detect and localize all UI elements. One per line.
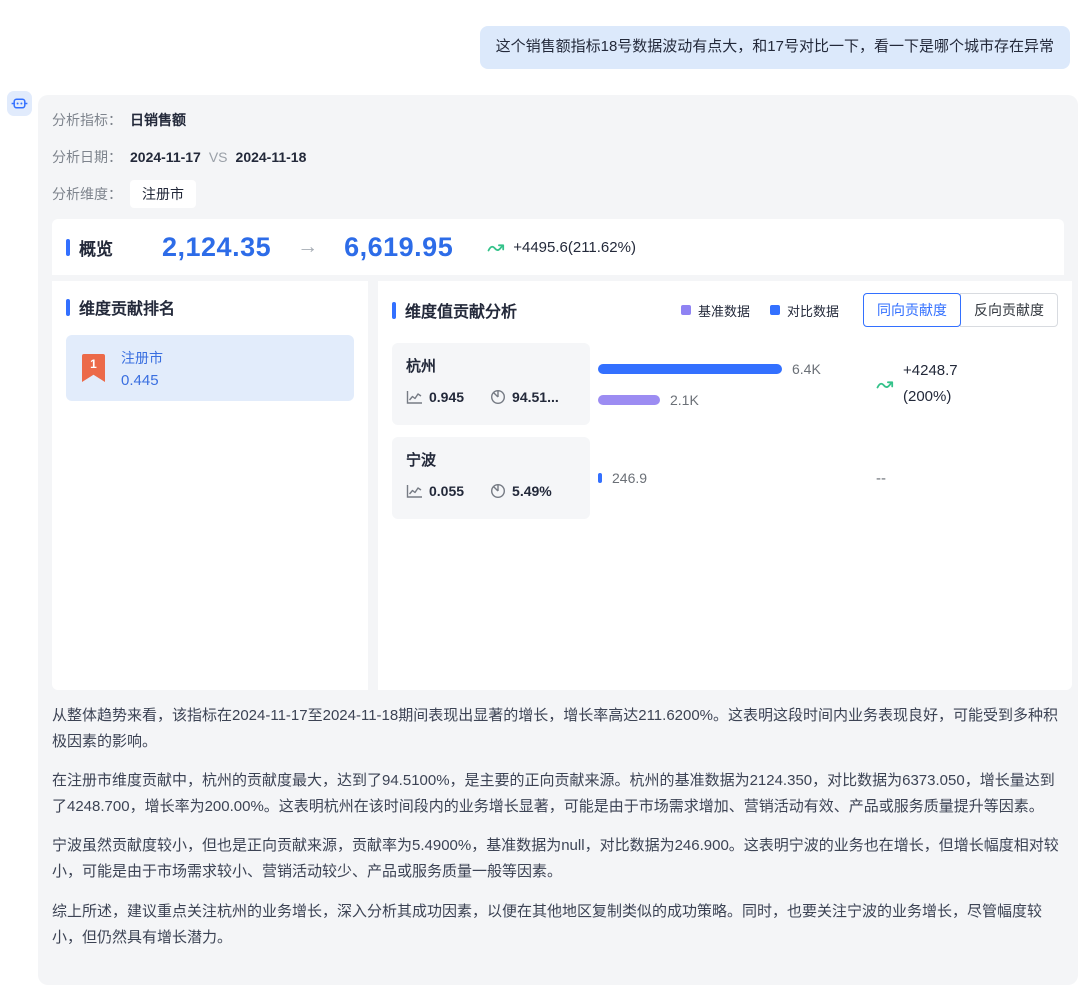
rank-item-score: 0.445	[121, 372, 163, 389]
contribution-panel: 维度值贡献分析 基准数据 对比数据 同向贡献度 反向贡献度	[378, 281, 1072, 690]
legend-base-data[interactable]: 基准数据	[681, 301, 750, 320]
summary-paragraph-1: 从整体趋势来看，该指标在2024-11-17至2024-11-18期间表现出显著…	[52, 703, 1064, 755]
compare-bar-label: 246.9	[612, 470, 647, 486]
rank-panel: 维度贡献排名 1 注册市 0.445	[52, 281, 368, 690]
robot-icon	[11, 95, 28, 112]
compare-bar	[598, 364, 782, 374]
overview-card: 概览 2,124.35 → 6,619.95 +4495.6(211.62%)	[52, 219, 1064, 275]
summary-paragraph-4: 综上所述，建议重点关注杭州的业务增长，深入分析其成功因素，以便在其他地区复制类似…	[52, 899, 1064, 951]
metric-value: 日销售额	[130, 110, 186, 130]
same-direction-button[interactable]: 同向贡献度	[863, 293, 961, 327]
overview-compare-value: 6,619.95	[344, 232, 453, 263]
delta-empty: --	[876, 470, 886, 487]
reverse-direction-button[interactable]: 反向贡献度	[960, 293, 1058, 327]
contribution-title: 维度值贡献分析	[392, 298, 517, 322]
city-name: 宁波	[406, 449, 576, 470]
meta-metric-row: 分析指标： 日销售额	[52, 108, 1064, 132]
section-accent-bar	[392, 302, 396, 319]
rank-item-registered-city[interactable]: 1 注册市 0.445	[66, 335, 354, 401]
contribution-header: 维度值贡献分析 基准数据 对比数据 同向贡献度 反向贡献度	[392, 293, 1058, 327]
section-accent-bar	[66, 299, 70, 316]
vs-label: VS	[209, 149, 228, 165]
bot-avatar	[7, 91, 32, 116]
rank-1-ribbon-icon: 1	[82, 354, 105, 382]
change-ningbo: --	[876, 470, 1058, 487]
base-bar-label: 2.1K	[670, 392, 699, 408]
legend-compare-swatch	[770, 305, 780, 315]
compare-date: 2024-11-18	[236, 149, 307, 165]
user-message-bubble: 这个销售额指标18号数据波动有点大，和17号对比一下，看一下是哪个城市存在异常	[480, 26, 1070, 69]
legend-base-swatch	[681, 305, 691, 315]
dimension-label: 分析维度：	[52, 184, 122, 204]
line-chart-icon	[406, 390, 423, 405]
compare-bar	[598, 473, 602, 483]
summary-paragraph-3: 宁波虽然贡献度较小，但也是正向贡献来源，贡献率为5.4900%，基准数据为nul…	[52, 833, 1064, 885]
contribution-direction-toggle: 同向贡献度 反向贡献度	[863, 293, 1058, 327]
legend-compare-data[interactable]: 对比数据	[770, 301, 839, 320]
columns: 维度贡献排名 1 注册市 0.445 维度值贡献分析	[52, 281, 1064, 690]
contribution-stat: 0.945	[406, 389, 464, 405]
contribution-stat: 0.055	[406, 483, 464, 499]
city-name: 杭州	[406, 355, 576, 376]
bars-hangzhou: 6.4K 2.1K	[598, 361, 876, 408]
pie-chart-icon	[490, 483, 506, 499]
meta-dimension-row: 分析维度： 注册市	[52, 182, 1064, 206]
analysis-panel: 分析指标： 日销售额 分析日期： 2024-11-17 VS 2024-11-1…	[38, 95, 1078, 985]
meta-date-row: 分析日期： 2024-11-17 VS 2024-11-18	[52, 145, 1064, 169]
change-hangzhou: +4248.7 (200%)	[876, 358, 1058, 411]
legend: 基准数据 对比数据	[681, 301, 839, 320]
city-card-ningbo[interactable]: 宁波 0.055	[392, 437, 590, 519]
trend-up-icon	[876, 378, 894, 391]
contribution-row-hangzhou: 杭州 0.945	[392, 343, 1058, 425]
dimension-chip[interactable]: 注册市	[130, 180, 196, 208]
overview-delta: +4495.6(211.62%)	[487, 239, 636, 256]
section-accent-bar	[66, 239, 70, 256]
arrow-right-icon: →	[297, 235, 318, 259]
rank-item-name: 注册市	[121, 348, 163, 368]
pie-chart-icon	[490, 389, 506, 405]
delta-rate: (200%)	[903, 384, 958, 410]
trend-up-icon	[487, 241, 505, 254]
rate-stat: 5.49%	[490, 483, 552, 499]
rank-title: 维度贡献排名	[66, 295, 354, 319]
overview-base-value: 2,124.35	[162, 232, 271, 263]
city-card-hangzhou[interactable]: 杭州 0.945	[392, 343, 590, 425]
rate-stat: 94.51...	[490, 389, 559, 405]
overview-title: 概览	[66, 235, 162, 260]
delta-value: +4248.7	[903, 358, 958, 384]
bars-ningbo: 246.9	[598, 470, 876, 486]
summary-text: 从整体趋势来看，该指标在2024-11-17至2024-11-18期间表现出显著…	[52, 703, 1064, 951]
contribution-row-ningbo: 宁波 0.055	[392, 437, 1058, 519]
compare-bar-label: 6.4K	[792, 361, 821, 377]
base-bar	[598, 395, 660, 405]
base-date: 2024-11-17	[130, 149, 201, 165]
metric-label: 分析指标：	[52, 110, 122, 130]
date-label: 分析日期：	[52, 147, 122, 167]
summary-paragraph-2: 在注册市维度贡献中，杭州的贡献度最大，达到了94.5100%，是主要的正向贡献来…	[52, 768, 1064, 820]
line-chart-icon	[406, 484, 423, 499]
